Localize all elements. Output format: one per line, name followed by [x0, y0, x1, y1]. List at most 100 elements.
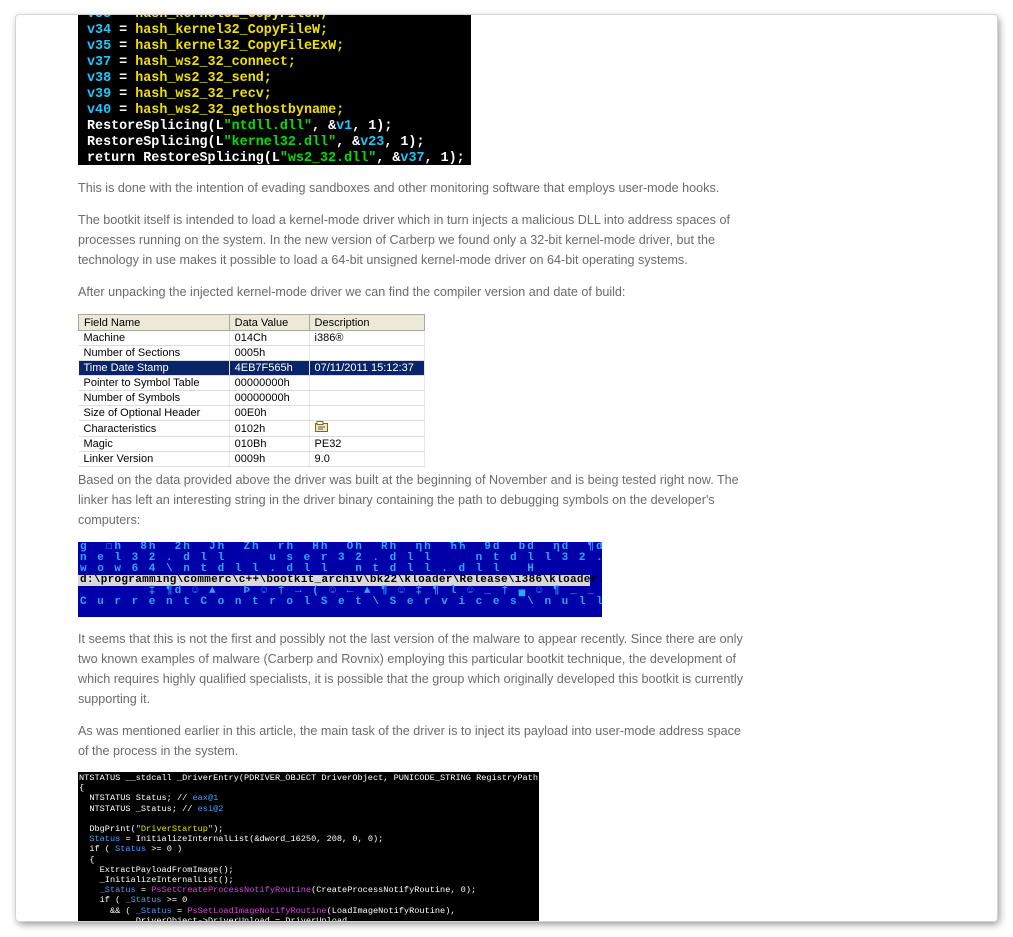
- table-cell-desc: [309, 405, 426, 421]
- code-token: return RestoreSplicing(L: [87, 151, 280, 165]
- code-token: =: [111, 103, 136, 118]
- code-line: {: [79, 855, 539, 865]
- code-token: PsSetLoadImageNotifyRoutine: [187, 905, 327, 916]
- table-row[interactable]: Size of Optional Header 00E0h: [78, 405, 426, 421]
- code-token: =: [111, 15, 135, 22]
- table-cell-value: 00000000h: [229, 375, 310, 391]
- code-token: {: [79, 854, 95, 865]
- table-cell-name: Linker Version: [78, 451, 230, 467]
- cell-text: 0009h: [234, 453, 266, 465]
- cell-text: 9.0: [314, 453, 330, 465]
- table-cell-name: Number of Symbols: [78, 390, 230, 406]
- code-token: =: [111, 87, 136, 102]
- code-token: v40: [87, 103, 112, 118]
- pe-table-header-row: Field Name Data Value Description: [78, 314, 426, 331]
- code-token: _Status: [99, 885, 136, 896]
- paragraph-build-date: Based on the data provided above the dri…: [78, 473, 739, 527]
- table-cell-value: 00E0h: [229, 405, 310, 421]
- code-token: =: [111, 23, 136, 38]
- code-line: v40 = hash_ws2_32_gethostbyname;: [87, 103, 471, 119]
- code-token: DriverObject->DriverUnload = DriverUnloa…: [79, 915, 353, 921]
- code-token: RestoreSplicing(L: [87, 135, 224, 150]
- code-token: v23: [360, 135, 385, 150]
- code-line: v33 = hash_kernel32_CopyFileW;: [87, 15, 471, 23]
- table-row[interactable]: Number of Sections 0005h: [78, 345, 426, 361]
- table-cell-name: Pointer to Symbol Table: [78, 375, 230, 391]
- cell-text: Number of Symbols: [83, 392, 181, 404]
- code-token: _Status: [125, 895, 162, 906]
- cell-text: 0005h: [234, 347, 266, 359]
- column-header-description: Description: [308, 314, 426, 331]
- table-cell-desc: 9.0: [309, 451, 426, 467]
- code-token: _InitializeInternalList();: [79, 875, 234, 886]
- cell-text: i386®: [314, 332, 344, 344]
- code-token: if (: [79, 895, 126, 906]
- code-token: RestoreSplicing(L: [87, 119, 224, 134]
- code-token: v37: [400, 151, 425, 165]
- code-token: v39: [87, 87, 112, 102]
- table-cell-value: 0005h: [229, 345, 310, 361]
- cell-text: Machine: [83, 332, 126, 344]
- article-page: v33 = hash_kernel32_CopyFileW;v34 = hash…: [16, 15, 997, 921]
- code-line: RestoreSplicing(L"ntdll.dll", &v1, 1);: [87, 119, 471, 135]
- characteristics-icon[interactable]: [314, 421, 329, 435]
- code-token: );: [213, 824, 224, 835]
- cell-text: Characteristics: [83, 422, 157, 435]
- code-token: hash_ws2_32_recv;: [135, 87, 272, 102]
- code-token: ExtractPayloadFromImage();: [79, 864, 234, 875]
- table-cell-name: Time Date Stamp: [78, 360, 230, 376]
- code-line: Status = InitializeInternalList(&dword_1…: [79, 834, 539, 844]
- code-token: , 1);: [352, 119, 393, 134]
- code-token: "ntdll.dll": [223, 119, 313, 134]
- table-row[interactable]: Machine 014Ch i386®: [78, 330, 426, 346]
- code-line: && ( _Status = PsSetLoadImageNotifyRouti…: [79, 906, 539, 916]
- column-header-data-value: Data Value: [228, 314, 310, 331]
- code-token: , &: [336, 135, 361, 150]
- table-row[interactable]: Time Date Stamp 4EB7F565h 07/11/2011 15:12…: [78, 360, 426, 376]
- cell-text: PE32: [314, 438, 342, 450]
- code-token: NTSTATUS Status; //: [79, 793, 193, 804]
- code-token: eax@1: [192, 793, 219, 804]
- table-cell-value: 0102h: [229, 420, 310, 437]
- table-cell-name: Size of Optional Header: [78, 405, 230, 421]
- code-token: = InitializeInternalList(&dword_16250, 2…: [120, 834, 384, 845]
- cell-text: Linker Version: [83, 453, 154, 465]
- table-cell-desc: PE32: [309, 436, 426, 452]
- table-row[interactable]: Number of Symbols 00000000h: [78, 390, 426, 406]
- code-token: , 1);: [424, 151, 465, 165]
- code-token: hash_kernel32_CopyFileW;: [135, 15, 328, 22]
- cell-text: 4EB7F565h: [234, 362, 293, 374]
- table-cell-name: Machine: [78, 330, 230, 346]
- table-cell-name: Magic: [78, 436, 230, 452]
- code-token: "ws2_32.dll": [279, 151, 377, 165]
- paragraph-evading-sandboxes: This is done with the intention of evadi…: [78, 181, 720, 195]
- code-token: v37: [87, 55, 112, 70]
- table-cell-name: Characteristics: [78, 420, 230, 437]
- code-token: NTSTATUS _Status; //: [79, 803, 198, 814]
- code-line: v35 = hash_kernel32_CopyFileExW;: [87, 39, 471, 55]
- table-row[interactable]: Pointer to Symbol Table 00000000h: [78, 375, 426, 391]
- cell-text: 014Ch: [234, 332, 268, 344]
- table-row[interactable]: Characteristics 0102h: [78, 420, 426, 437]
- cell-text: 0102h: [234, 422, 266, 435]
- code-token: (LoadImageNotifyRoutine),: [326, 905, 456, 916]
- code-line: v37 = hash_ws2_32_connect;: [87, 55, 471, 71]
- code-token: >= 0: [161, 895, 188, 906]
- table-row[interactable]: Magic 010Bh PE32: [78, 436, 426, 452]
- hex-dump-line: C u r r e n t C o n t r o l S e t \ S e …: [80, 596, 602, 608]
- code-line: if ( Status >= 0 ): [79, 844, 539, 854]
- table-cell-desc: 07/11/2011 15:12:37: [309, 360, 426, 376]
- table-row[interactable]: Linker Version 0009h 9.0: [78, 451, 426, 467]
- code-token: v33: [87, 15, 111, 22]
- code-token: , 1);: [384, 135, 425, 150]
- hex-dump-screenshot: g ☐h 8h 2h Jh Zh rh Hh Oh Rh ηh ЋЋ 9d bd…: [78, 542, 602, 617]
- code-line: _Status = PsSetCreateProcessNotifyRoutin…: [79, 885, 539, 895]
- cell-text: Size of Optional Header: [83, 407, 201, 419]
- code-token: v1: [336, 119, 353, 134]
- table-cell-value: 0009h: [229, 451, 310, 467]
- cell-text: Number of Sections: [83, 347, 181, 359]
- code-line: DbgPrint("DriverStartup");: [79, 824, 539, 834]
